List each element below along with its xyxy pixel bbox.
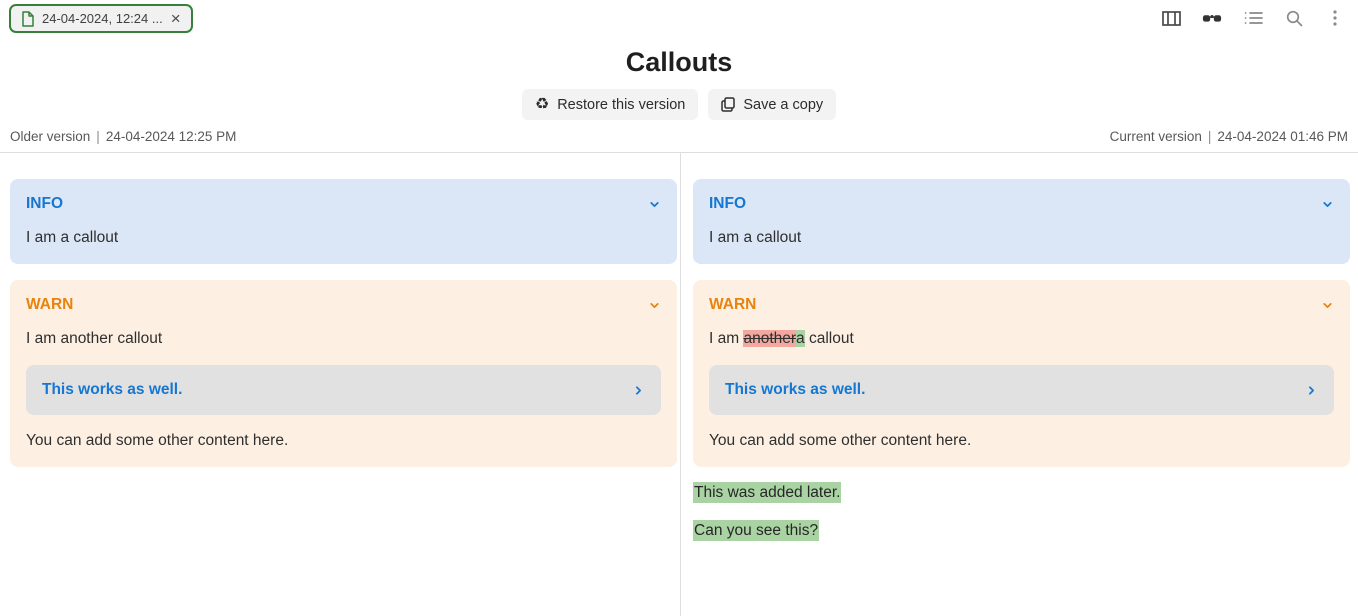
current-version-pane: INFO I am a callout WARN I am anothera c… xyxy=(681,153,1358,616)
older-version-timestamp: 24-04-2024 12:25 PM xyxy=(106,129,237,144)
info-callout-body: I am a callout xyxy=(26,228,661,248)
info-callout-header: INFO xyxy=(709,195,1334,213)
recycle-icon: ♻ xyxy=(535,97,549,113)
diff-added-text: Can you see this? xyxy=(693,520,819,541)
info-callout-title: INFO xyxy=(709,195,746,213)
warn-callout-body: I am another callout xyxy=(26,329,661,349)
diff-unchanged-text: callout xyxy=(805,330,854,347)
chevron-down-icon[interactable] xyxy=(1321,198,1334,211)
warn-callout-body-diff: I am anothera callout xyxy=(709,329,1334,349)
close-icon[interactable]: × xyxy=(171,10,181,27)
copy-icon xyxy=(721,97,735,112)
panels-layout-icon[interactable] xyxy=(1161,7,1181,29)
diff-added-text: This was added later. xyxy=(693,482,841,503)
info-callout-title: INFO xyxy=(26,195,63,213)
top-bar: 24-04-2024, 12:24 ... × xyxy=(0,0,1358,38)
older-version-label: Older version | 24-04-2024 12:25 PM xyxy=(10,129,236,144)
warn-callout-footer: You can add some other content here. xyxy=(26,431,661,451)
info-callout: INFO I am a callout xyxy=(10,179,677,264)
info-callout: INFO I am a callout xyxy=(693,179,1350,264)
warn-callout-footer: You can add some other content here. xyxy=(709,431,1334,451)
diff-view: INFO I am a callout WARN I am another ca… xyxy=(0,152,1358,616)
warn-callout-title: WARN xyxy=(26,296,73,314)
chevron-down-icon[interactable] xyxy=(648,198,661,211)
app-window: 24-04-2024, 12:24 ... × xyxy=(0,0,1358,607)
added-line: This was added later. xyxy=(693,483,1350,503)
version-meta-row: Older version | 24-04-2024 12:25 PM Curren… xyxy=(0,129,1358,152)
warn-callout-header: WARN xyxy=(26,296,661,314)
toolbar-icons xyxy=(1161,7,1345,29)
info-callout-body: I am a callout xyxy=(709,228,1334,248)
current-version-name: Current version xyxy=(1110,129,1202,144)
action-buttons: ♻ Restore this version Save a copy xyxy=(0,89,1358,120)
reading-glasses-icon[interactable] xyxy=(1202,7,1222,29)
separator: | xyxy=(1208,129,1212,144)
outline-list-icon[interactable] xyxy=(1243,7,1263,29)
older-version-pane: INFO I am a callout WARN I am another ca… xyxy=(0,153,681,616)
current-version-timestamp: 24-04-2024 01:46 PM xyxy=(1217,129,1348,144)
chevron-down-icon[interactable] xyxy=(1321,299,1334,312)
warn-callout-header: WARN xyxy=(709,296,1334,314)
chevron-right-icon xyxy=(632,384,645,397)
nested-callout-title: This works as well. xyxy=(42,381,182,399)
diff-added-text: a xyxy=(796,330,805,347)
diff-unchanged-text: I am xyxy=(709,330,743,347)
nested-collapsed-callout[interactable]: This works as well. xyxy=(26,365,661,415)
save-copy-button[interactable]: Save a copy xyxy=(708,89,836,120)
chevron-right-icon xyxy=(1305,384,1318,397)
save-copy-label: Save a copy xyxy=(743,97,823,113)
restore-version-button[interactable]: ♻ Restore this version xyxy=(522,89,698,120)
added-paragraphs: This was added later. Can you see this? xyxy=(693,483,1350,541)
info-callout-header: INFO xyxy=(26,195,661,213)
document-icon xyxy=(21,11,34,27)
file-tab[interactable]: 24-04-2024, 12:24 ... × xyxy=(9,4,193,33)
page-title: Callouts xyxy=(0,46,1358,78)
restore-version-label: Restore this version xyxy=(557,97,685,113)
file-tab-label: 24-04-2024, 12:24 ... xyxy=(42,11,163,26)
older-version-name: Older version xyxy=(10,129,90,144)
added-line: Can you see this? xyxy=(693,521,1350,541)
current-version-label: Current version | 24-04-2024 01:46 PM xyxy=(1110,129,1348,144)
nested-callout-title: This works as well. xyxy=(725,381,865,399)
search-icon[interactable] xyxy=(1284,7,1304,29)
more-options-icon[interactable] xyxy=(1325,7,1345,29)
nested-collapsed-callout[interactable]: This works as well. xyxy=(709,365,1334,415)
chevron-down-icon[interactable] xyxy=(648,299,661,312)
warn-callout: WARN I am another callout This works as … xyxy=(10,280,677,467)
diff-removed-text: another xyxy=(743,330,796,347)
warn-callout-title: WARN xyxy=(709,296,756,314)
separator: | xyxy=(96,129,100,144)
warn-callout: WARN I am anothera callout This works as… xyxy=(693,280,1350,467)
